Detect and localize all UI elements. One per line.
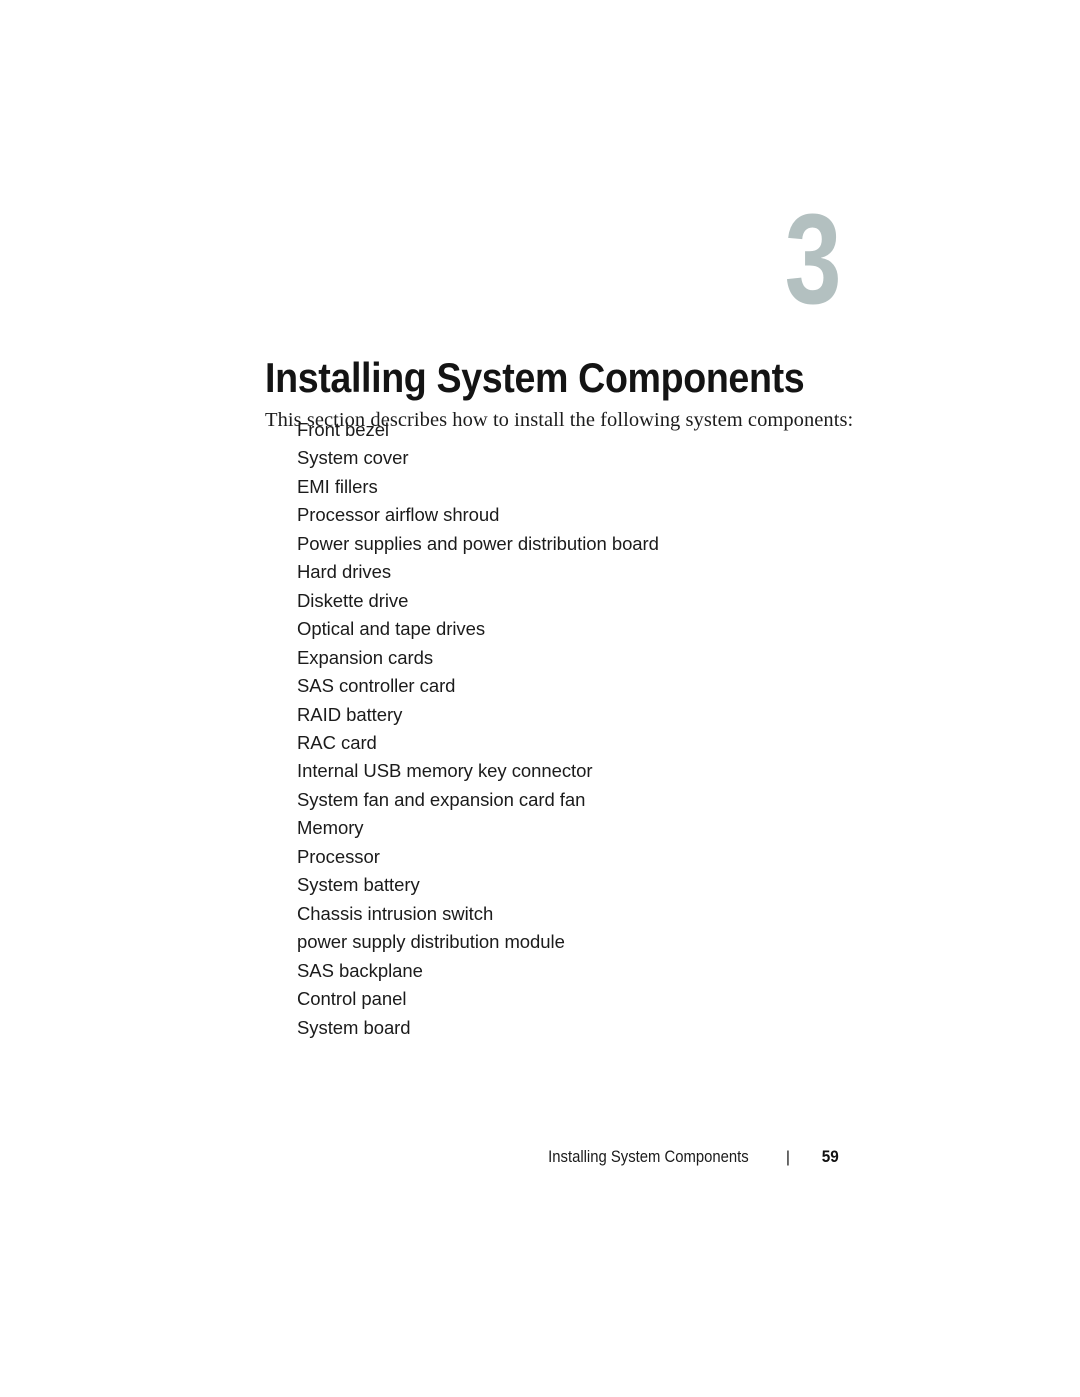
list-item: Chassis intrusion switch: [297, 902, 494, 924]
list-item: Processor: [297, 845, 380, 867]
page-number: 59: [821, 1147, 839, 1166]
list-item: Control panel: [297, 988, 407, 1010]
list-item: Optical and tape drives: [297, 618, 486, 640]
list-item: Diskette drive: [297, 589, 409, 611]
list-item: Expansion cards: [297, 646, 434, 668]
list-item: Hard drives: [297, 561, 392, 583]
chapter-number: 3: [784, 188, 842, 331]
list-item: RAC card: [297, 731, 377, 753]
list-item: power supply distribution module: [297, 931, 565, 953]
list-item: System board: [297, 1016, 411, 1038]
list-item: System battery: [297, 874, 420, 896]
page-footer: Installing System Components | 59: [0, 1147, 840, 1168]
footer-chapter-name: Installing System Components: [548, 1148, 749, 1166]
document-page: 3 Installing System Components This sect…: [0, 0, 1080, 1397]
list-item: SAS backplane: [297, 959, 423, 981]
list-item: System fan and expansion card fan: [297, 788, 586, 810]
list-item: Front bezel: [297, 419, 389, 440]
list-item: Memory: [297, 817, 364, 839]
list-item: Processor airflow shroud: [297, 504, 500, 526]
page-title: Installing System Components: [265, 354, 805, 402]
list-item: RAID battery: [297, 703, 403, 725]
list-item: Power supplies and power distribution bo…: [297, 532, 659, 554]
list-item: System cover: [297, 447, 409, 469]
list-item: EMI fillers: [297, 475, 378, 497]
footer-separator: |: [785, 1149, 790, 1166]
list-item: SAS controller card: [297, 675, 456, 697]
component-list: Front bezel System cover EMI fillers Pro…: [297, 416, 917, 1042]
list-item: Internal USB memory key connector: [297, 760, 593, 782]
